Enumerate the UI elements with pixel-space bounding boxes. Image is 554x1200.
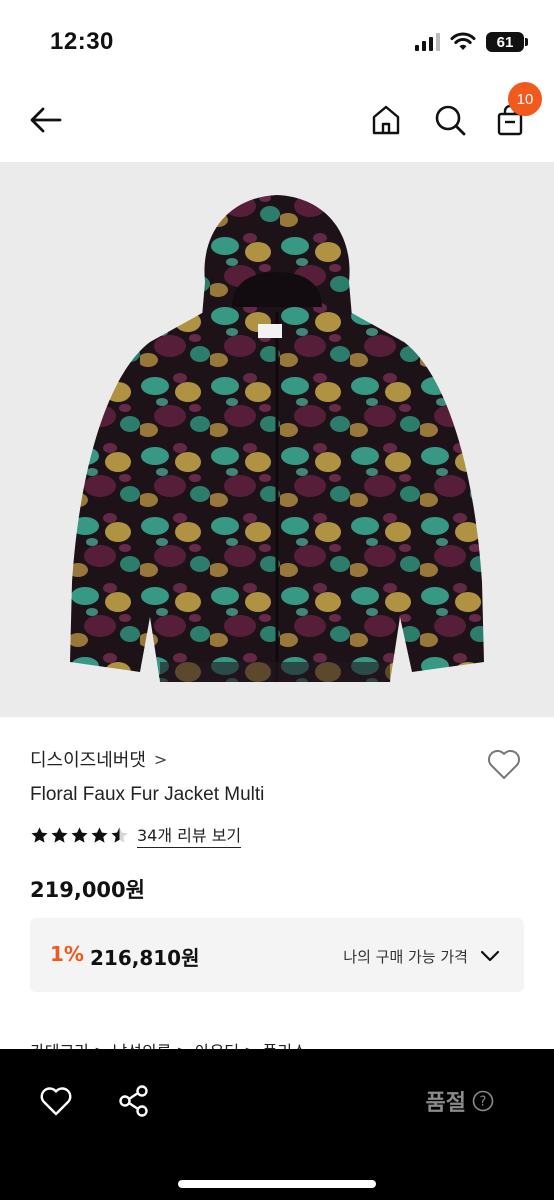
share-icon[interactable] xyxy=(114,1081,154,1121)
chevron-right-icon: > xyxy=(153,749,168,769)
star-icon xyxy=(31,826,48,843)
arrow-left-icon[interactable] xyxy=(26,100,66,140)
jacket-image xyxy=(70,195,484,682)
cellular-signal-icon xyxy=(415,33,440,51)
star-icon xyxy=(71,826,88,843)
soldout-label: 품절 xyxy=(425,1091,466,1116)
chevron-down-icon xyxy=(480,950,500,962)
half-star-icon xyxy=(111,826,128,843)
my-price-label: 나의 구매 가능 가격 xyxy=(343,948,468,966)
cart-count-badge: 10 xyxy=(508,82,542,116)
bottom-action-bar: 품절 ? xyxy=(0,1049,554,1200)
product-price: 219,000원 xyxy=(30,878,145,902)
status-icons: 61 xyxy=(415,32,528,52)
my-price-value: 216,810원 xyxy=(90,946,200,970)
rating-row: 34개 리뷰 보기 xyxy=(30,822,242,848)
my-price-dropdown[interactable]: 1% 216,810원 나의 구매 가능 가격 xyxy=(30,918,524,992)
soldout-status: 품절 ? xyxy=(426,1085,494,1117)
wifi-icon xyxy=(450,32,476,50)
battery-icon: 61 xyxy=(486,32,528,52)
star-icon xyxy=(91,826,108,843)
wishlist-heart-icon[interactable] xyxy=(484,744,524,784)
status-bar: 12:30 61 xyxy=(0,0,554,80)
review-link[interactable]: 34개 리뷰 보기 xyxy=(137,822,242,848)
product-image[interactable] xyxy=(0,162,554,717)
svg-text:?: ? xyxy=(480,1095,487,1110)
brand-link[interactable]: 디스이즈네버댓 > xyxy=(30,746,167,772)
brand-name: 디스이즈네버댓 xyxy=(30,750,146,771)
heart-icon[interactable] xyxy=(36,1081,76,1121)
star-icon xyxy=(51,826,68,843)
rating-stars xyxy=(30,826,129,845)
product-name: Floral Faux Fur Jacket Multi xyxy=(30,784,265,805)
search-icon[interactable] xyxy=(430,100,470,140)
home-icon[interactable] xyxy=(366,100,406,140)
help-circle-icon[interactable]: ? xyxy=(472,1090,494,1112)
nav-bar xyxy=(0,80,554,162)
status-time: 12:30 xyxy=(50,28,114,55)
discount-rate: 1% xyxy=(50,942,84,966)
home-indicator xyxy=(178,1180,376,1188)
